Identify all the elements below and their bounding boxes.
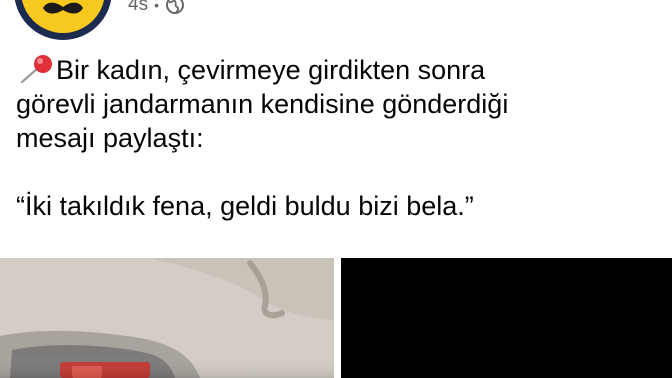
- meta-separator: •: [154, 0, 159, 13]
- page-avatar[interactable]: [14, 0, 112, 40]
- post-text-line-3: mesajı paylaştı:: [16, 123, 204, 153]
- avatar-logo: [21, 0, 105, 33]
- facebook-post: 4s • Bir kadın, çevirmeye girdikten sonr…: [0, 0, 672, 378]
- mustache-icon: [43, 2, 83, 14]
- globe-icon[interactable]: [165, 0, 185, 15]
- post-quote: “İki takıldık fena, geldi buldu bizi bel…: [16, 191, 474, 221]
- photo-1-content: [0, 258, 334, 378]
- post-text-line-1: Bir kadın, çevirmeye girdikten sonra: [56, 55, 486, 85]
- pushpin-icon: [20, 55, 52, 84]
- post-timestamp[interactable]: 4s: [128, 0, 148, 16]
- post-line-1: Bir kadın, çevirmeye girdikten sonra: [16, 53, 656, 87]
- post-text-line-2: görevli jandarmanın kendisine gönderdiği: [16, 89, 509, 119]
- post-photo-2[interactable]: [341, 258, 672, 378]
- post-photo-1[interactable]: [0, 258, 334, 378]
- post-message: Bir kadın, çevirmeye girdikten sonra gör…: [16, 53, 656, 223]
- post-meta: 4s •: [128, 0, 185, 16]
